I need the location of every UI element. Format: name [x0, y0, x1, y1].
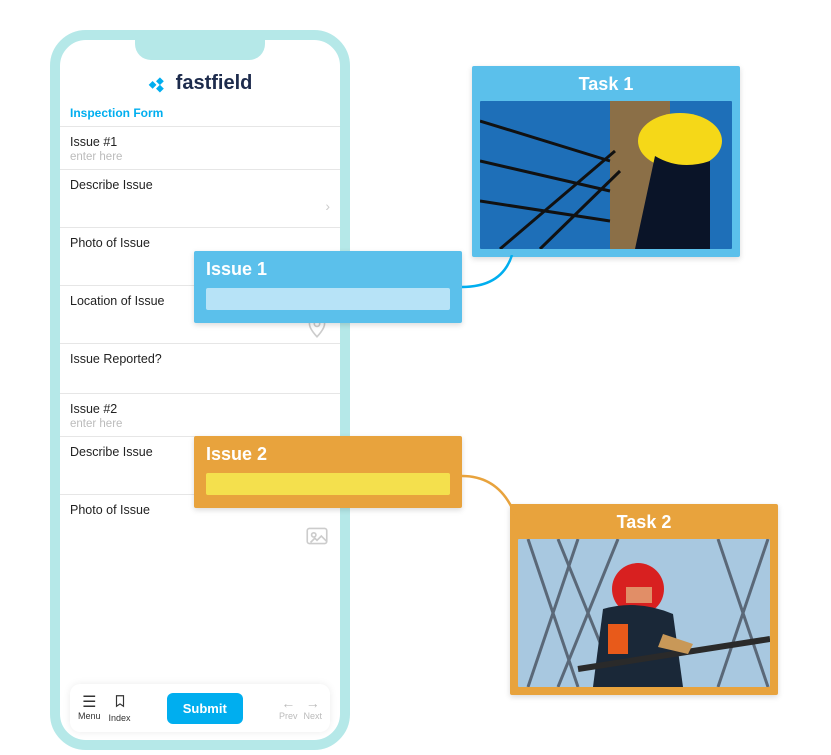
issue-2-placeholder: enter here — [70, 418, 330, 430]
issue-2-overlay-bar — [206, 473, 450, 495]
issue-2-overlay-title: Issue 2 — [206, 444, 450, 465]
prev-label: Prev — [279, 711, 298, 721]
bottom-nav: ☰ Menu Index Submit ← Prev → Next — [70, 684, 330, 732]
task-1-image — [480, 101, 732, 249]
connector-line-1 — [462, 255, 542, 295]
bookmark-icon — [113, 693, 127, 713]
next-button[interactable]: → Next — [303, 695, 322, 721]
prev-button[interactable]: ← Prev — [279, 695, 298, 721]
field-issue-1[interactable]: Issue #1 enter here — [60, 126, 340, 169]
issue-1-overlay-title: Issue 1 — [206, 259, 450, 280]
task-1-title: Task 1 — [480, 74, 732, 95]
issue-1-placeholder: enter here — [70, 151, 330, 163]
issue-2-overlay: Issue 2 — [194, 436, 462, 508]
form-title: Inspection Form — [60, 106, 340, 126]
app-header: fastfield — [60, 68, 340, 106]
field-issue-2[interactable]: Issue #2 enter here — [60, 393, 340, 436]
issue-1-label: Issue #1 — [70, 135, 330, 149]
menu-icon: ☰ — [82, 695, 96, 711]
issue-2-label: Issue #2 — [70, 402, 330, 416]
phone-notch — [135, 38, 265, 60]
arrow-right-icon: → — [306, 695, 320, 711]
phone-frame: fastfield Inspection Form Issue #1 enter… — [50, 30, 350, 750]
issue-reported-1-label: Issue Reported? — [70, 352, 330, 366]
task-2-image — [518, 539, 770, 687]
app-logo: fastfield — [148, 72, 253, 95]
issue-1-overlay-bar — [206, 288, 450, 310]
app-name: fastfield — [176, 72, 253, 95]
photo-icon — [304, 523, 330, 554]
arrow-left-icon: ← — [281, 695, 295, 711]
menu-label: Menu — [78, 711, 101, 721]
submit-button[interactable]: Submit — [167, 693, 243, 724]
task-2-card: Task 2 — [510, 504, 778, 695]
describe-issue-1-label: Describe Issue — [70, 178, 153, 192]
form-body: Issue #1 enter here Describe Issue › Pho… — [60, 126, 340, 741]
prev-next-group: ← Prev → Next — [279, 695, 322, 721]
photo-issue-1-label: Photo of Issue — [70, 236, 330, 250]
index-button[interactable]: Index — [109, 693, 131, 723]
chevron-right-icon: › — [325, 198, 330, 214]
next-label: Next — [303, 711, 322, 721]
phone-screen: fastfield Inspection Form Issue #1 enter… — [60, 40, 340, 740]
field-describe-issue-1[interactable]: Describe Issue › — [60, 169, 340, 227]
index-label: Index — [109, 713, 131, 723]
task-1-card: Task 1 — [472, 66, 740, 257]
task-2-title: Task 2 — [518, 512, 770, 533]
menu-button[interactable]: ☰ Menu — [78, 695, 101, 721]
fastfield-logo-icon — [148, 73, 170, 95]
issue-1-overlay: Issue 1 — [194, 251, 462, 323]
field-issue-reported-1[interactable]: Issue Reported? — [60, 343, 340, 393]
